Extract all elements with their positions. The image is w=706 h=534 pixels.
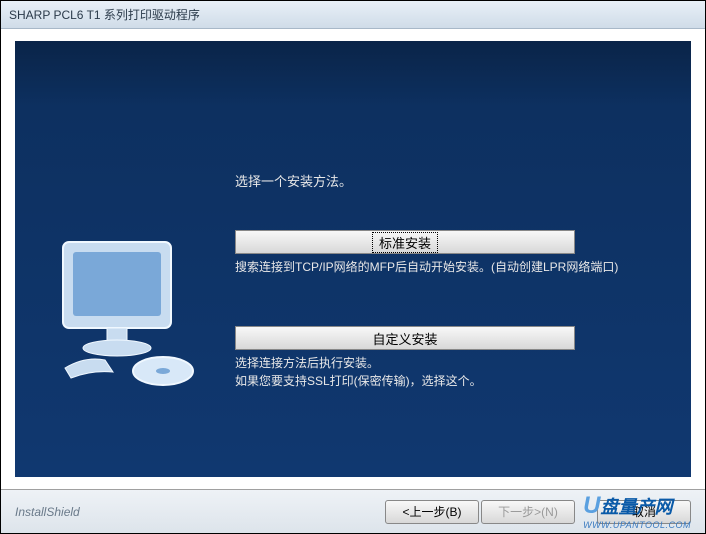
next-button: 下一步>(N) [481, 500, 575, 524]
standard-install-description: 搜索连接到TCP/IP网络的MFP后自动开始安装。(自动创建LPR网络端口) [235, 258, 661, 276]
computer-graphic [45, 236, 205, 411]
installer-window: SHARP PCL6 T1 系列打印驱动程序 [0, 0, 706, 534]
left-panel [15, 41, 225, 477]
standard-install-button[interactable]: 标准安装 [235, 230, 575, 254]
instruction-text: 选择一个安装方法。 [235, 171, 661, 190]
standard-install-label: 标准安装 [372, 232, 438, 253]
window-title: SHARP PCL6 T1 系列打印驱动程序 [9, 6, 200, 23]
watermark: U盘量产网 WWW.UPANTOOL.COM [583, 492, 691, 530]
back-button[interactable]: <上一步(B) [385, 500, 479, 524]
custom-install-label: 自定义安装 [372, 329, 437, 348]
content-area: 选择一个安装方法。 标准安装 搜索连接到TCP/IP网络的MFP后自动开始安装。… [15, 41, 691, 477]
custom-install-description: 选择连接方法后执行安装。 如果您要支持SSL打印(保密传输)，选择这个。 [235, 354, 661, 390]
right-panel: 选择一个安装方法。 标准安装 搜索连接到TCP/IP网络的MFP后自动开始安装。… [225, 41, 691, 477]
titlebar: SHARP PCL6 T1 系列打印驱动程序 [1, 1, 705, 29]
custom-install-button[interactable]: 自定义安装 [235, 326, 575, 350]
footer-brand: InstallShield [15, 505, 383, 519]
